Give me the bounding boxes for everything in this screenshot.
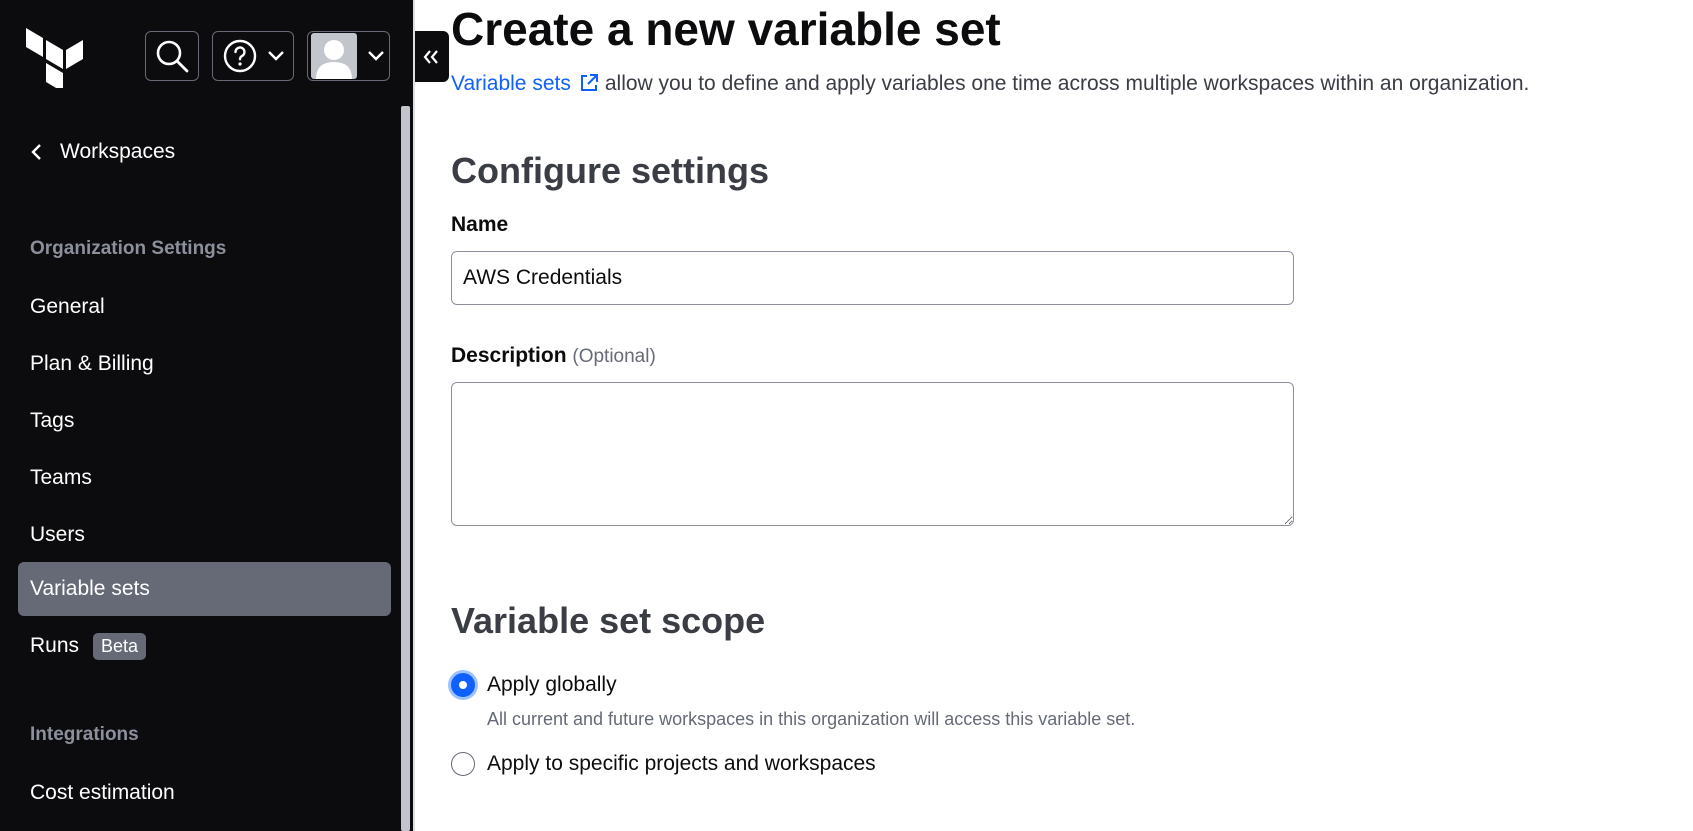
description-textarea[interactable] <box>451 382 1294 526</box>
main-divider <box>413 0 415 831</box>
scrollbar-thumb[interactable] <box>401 106 410 831</box>
description-label: Description (Optional) <box>451 344 656 368</box>
sidebar: Workspaces Organization Settings General… <box>0 0 413 831</box>
search-button[interactable] <box>145 31 199 81</box>
apply-specific-label[interactable]: Apply to specific projects and workspace… <box>487 752 876 776</box>
sidebar-item-label: Teams <box>30 466 92 489</box>
sidebar-item-general[interactable]: General <box>18 280 391 334</box>
sidebar-item-label: Runs <box>30 634 80 657</box>
sidebar-item-plan-billing[interactable]: Plan & Billing <box>18 337 391 391</box>
intro-description: allow you to define and apply variables … <box>604 72 1530 95</box>
intro-text: Variable sets allow you to define and ap… <box>451 72 1529 96</box>
description-label-text: Description <box>451 344 567 367</box>
configure-settings-heading: Configure settings <box>451 150 770 191</box>
user-menu-button[interactable] <box>307 31 390 81</box>
sidebar-item-label: General <box>30 295 105 318</box>
apply-globally-helper: All current and future workspaces in thi… <box>487 709 1136 729</box>
search-icon <box>156 40 189 73</box>
collapse-sidebar-button[interactable] <box>413 31 449 82</box>
chevron-down-icon <box>268 51 284 61</box>
variable-set-scope-heading: Variable set scope <box>451 600 766 641</box>
sidebar-item-runs[interactable]: Runs Beta <box>18 619 391 673</box>
terraform-logo[interactable] <box>26 28 84 88</box>
sidebar-item-label: Users <box>30 523 85 546</box>
optional-hint: (Optional) <box>572 346 656 367</box>
variable-sets-doc-link[interactable]: Variable sets <box>451 72 571 95</box>
apply-globally-label[interactable]: Apply globally <box>487 673 617 697</box>
sidebar-item-label: Tags <box>30 409 75 432</box>
sidebar-item-label: Variable sets <box>30 577 150 600</box>
section-title-organization-settings: Organization Settings <box>30 238 227 259</box>
chevron-down-icon <box>368 51 384 61</box>
sidebar-item-cost-estimation[interactable]: Cost estimation <box>18 766 391 820</box>
external-link-icon[interactable] <box>579 73 599 93</box>
sidebar-item-users[interactable]: Users <box>18 508 391 562</box>
help-icon <box>223 39 257 73</box>
name-input[interactable] <box>451 251 1294 305</box>
scope-option-specific[interactable]: Apply to specific projects and workspace… <box>451 752 876 776</box>
help-menu-button[interactable] <box>212 31 294 81</box>
sidebar-item-variable-sets[interactable]: Variable sets <box>18 562 391 616</box>
sidebar-item-label: Cost estimation <box>30 781 175 804</box>
sidebar-item-label: Plan & Billing <box>30 352 154 375</box>
chevron-left-icon <box>31 144 41 160</box>
apply-specific-radio[interactable] <box>451 752 475 776</box>
beta-badge: Beta <box>93 632 147 660</box>
sidebar-scrollbar[interactable] <box>398 106 413 831</box>
collapse-icon <box>423 49 438 64</box>
page-title: Create a new variable set <box>451 3 1001 55</box>
scope-option-global[interactable]: Apply globally <box>451 673 617 697</box>
back-link-label: Workspaces <box>60 140 176 163</box>
sidebar-item-tags[interactable]: Tags <box>18 394 391 448</box>
apply-globally-radio[interactable] <box>451 673 475 697</box>
name-label: Name <box>451 213 509 236</box>
sidebar-item-teams[interactable]: Teams <box>18 451 391 505</box>
avatar <box>311 33 357 79</box>
back-to-workspaces-link[interactable]: Workspaces <box>30 140 175 164</box>
section-title-integrations: Integrations <box>30 724 139 745</box>
